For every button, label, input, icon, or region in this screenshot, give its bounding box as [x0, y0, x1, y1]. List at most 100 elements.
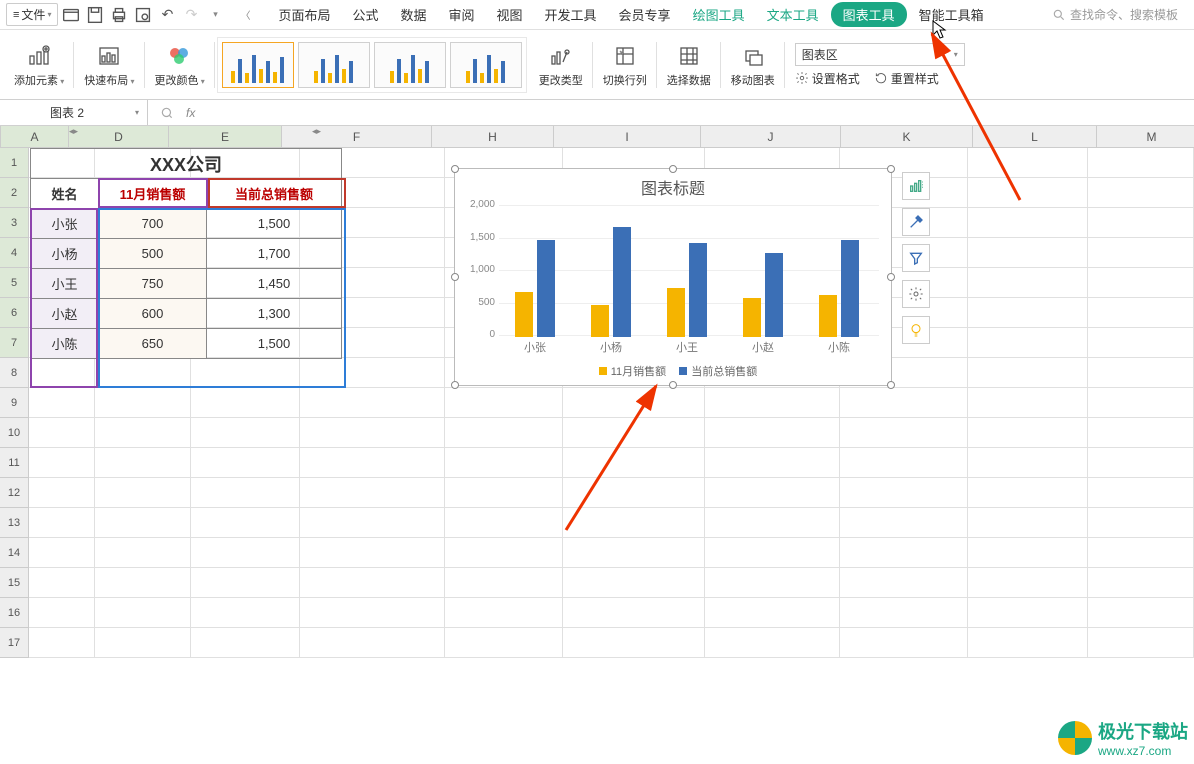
- cell[interactable]: [968, 328, 1088, 358]
- cell[interactable]: [563, 508, 705, 538]
- row-header-9[interactable]: 9: [0, 388, 29, 418]
- cell[interactable]: [968, 298, 1088, 328]
- cell[interactable]: [29, 568, 95, 598]
- cell[interactable]: [95, 388, 192, 418]
- cell[interactable]: [1088, 628, 1194, 658]
- bar[interactable]: [613, 227, 631, 338]
- cell[interactable]: [1088, 298, 1194, 328]
- reset-style-button[interactable]: 重置样式: [874, 70, 939, 87]
- table-cell-nov[interactable]: 700: [99, 209, 207, 239]
- cell[interactable]: [705, 598, 840, 628]
- cell[interactable]: [29, 478, 95, 508]
- cell[interactable]: [95, 598, 192, 628]
- chart-style-button[interactable]: [902, 208, 930, 236]
- cell[interactable]: [840, 418, 968, 448]
- column-L[interactable]: L: [973, 126, 1097, 148]
- cell[interactable]: [300, 598, 445, 628]
- cell[interactable]: [191, 358, 300, 388]
- row-header-13[interactable]: 13: [0, 508, 29, 538]
- ribbon-add-element[interactable]: 添加元素 ▾: [6, 34, 72, 96]
- cell[interactable]: [445, 448, 563, 478]
- cell[interactable]: [705, 508, 840, 538]
- cell[interactable]: [1088, 538, 1194, 568]
- cell[interactable]: [840, 598, 968, 628]
- cell[interactable]: [705, 568, 840, 598]
- cell[interactable]: [1088, 568, 1194, 598]
- table-cell-name[interactable]: 小陈: [31, 329, 99, 359]
- row-header-17[interactable]: 17: [0, 628, 29, 658]
- cell[interactable]: [840, 628, 968, 658]
- cell[interactable]: [968, 418, 1088, 448]
- bar[interactable]: [689, 243, 707, 337]
- cell[interactable]: [705, 478, 840, 508]
- cell[interactable]: [563, 538, 705, 568]
- cell[interactable]: [300, 478, 445, 508]
- search-box[interactable]: 查找命令、搜索模板: [1052, 6, 1188, 23]
- table-cell-nov[interactable]: 600: [99, 299, 207, 329]
- chart-style-3[interactable]: [374, 42, 446, 88]
- cell[interactable]: [191, 448, 300, 478]
- tab-data[interactable]: 数据: [390, 1, 436, 28]
- row-header-16[interactable]: 16: [0, 598, 29, 628]
- chart-idea-button[interactable]: [902, 316, 930, 344]
- preview-icon[interactable]: [132, 4, 154, 26]
- cell[interactable]: [29, 538, 95, 568]
- column-A[interactable]: A: [1, 126, 69, 148]
- cell[interactable]: [95, 478, 192, 508]
- row-header-1[interactable]: 1: [0, 148, 29, 178]
- column-D[interactable]: D: [69, 126, 169, 148]
- cell[interactable]: [445, 628, 563, 658]
- cell[interactable]: [840, 568, 968, 598]
- table-cell-total[interactable]: 1,450: [207, 269, 342, 299]
- ribbon-move-chart[interactable]: 移动图表: [723, 34, 783, 96]
- cell[interactable]: [445, 388, 563, 418]
- cell[interactable]: [968, 628, 1088, 658]
- cell[interactable]: [191, 418, 300, 448]
- cell[interactable]: [29, 598, 95, 628]
- file-menu[interactable]: ≡ 文件 ▾: [6, 3, 58, 26]
- ribbon-change-type[interactable]: 更改类型: [531, 34, 591, 96]
- column-J[interactable]: J: [701, 126, 841, 148]
- cell[interactable]: [1088, 478, 1194, 508]
- tab-drawing-tools[interactable]: 绘图工具: [683, 1, 755, 28]
- chart-area-select[interactable]: 图表区▾: [795, 43, 965, 66]
- cell[interactable]: [29, 508, 95, 538]
- cell[interactable]: [445, 508, 563, 538]
- chart-style-gallery[interactable]: [217, 37, 527, 93]
- ribbon-change-color[interactable]: 更改颜色 ▾: [147, 34, 213, 96]
- bar[interactable]: [537, 240, 555, 338]
- row-header-11[interactable]: 11: [0, 448, 29, 478]
- cell[interactable]: [95, 418, 192, 448]
- cell[interactable]: [705, 418, 840, 448]
- tab-view[interactable]: 视图: [487, 1, 533, 28]
- redo-icon[interactable]: ↷: [180, 4, 202, 26]
- print-icon[interactable]: [108, 4, 130, 26]
- table-cell-name[interactable]: 小赵: [31, 299, 99, 329]
- tab-chart-tools[interactable]: 图表工具: [831, 2, 907, 27]
- table-cell-name[interactable]: 小杨: [31, 239, 99, 269]
- table-cell-total[interactable]: 1,700: [207, 239, 342, 269]
- cell[interactable]: [29, 628, 95, 658]
- cell[interactable]: [95, 508, 192, 538]
- row-header-5[interactable]: 5: [0, 268, 29, 298]
- cell[interactable]: [968, 538, 1088, 568]
- cell[interactable]: [968, 178, 1088, 208]
- cell[interactable]: [445, 568, 563, 598]
- cell[interactable]: [968, 238, 1088, 268]
- chart-object[interactable]: 图表标题 05001,0001,5002,000小张小杨小王小赵小陈 11月销售…: [454, 168, 892, 386]
- cell[interactable]: [1088, 328, 1194, 358]
- row-header-14[interactable]: 14: [0, 538, 29, 568]
- cell[interactable]: [1088, 148, 1194, 178]
- column-F[interactable]: F: [282, 126, 432, 148]
- cancel-icon[interactable]: [160, 106, 174, 120]
- name-box[interactable]: 图表 2▾: [0, 100, 148, 125]
- column-H[interactable]: H: [432, 126, 554, 148]
- cell[interactable]: [968, 388, 1088, 418]
- cell[interactable]: [1088, 178, 1194, 208]
- cell[interactable]: [95, 448, 192, 478]
- row-header-12[interactable]: 12: [0, 478, 29, 508]
- cell[interactable]: [300, 358, 445, 388]
- tab-developer[interactable]: 开发工具: [535, 1, 607, 28]
- cell[interactable]: [968, 508, 1088, 538]
- chart-settings-button[interactable]: [902, 280, 930, 308]
